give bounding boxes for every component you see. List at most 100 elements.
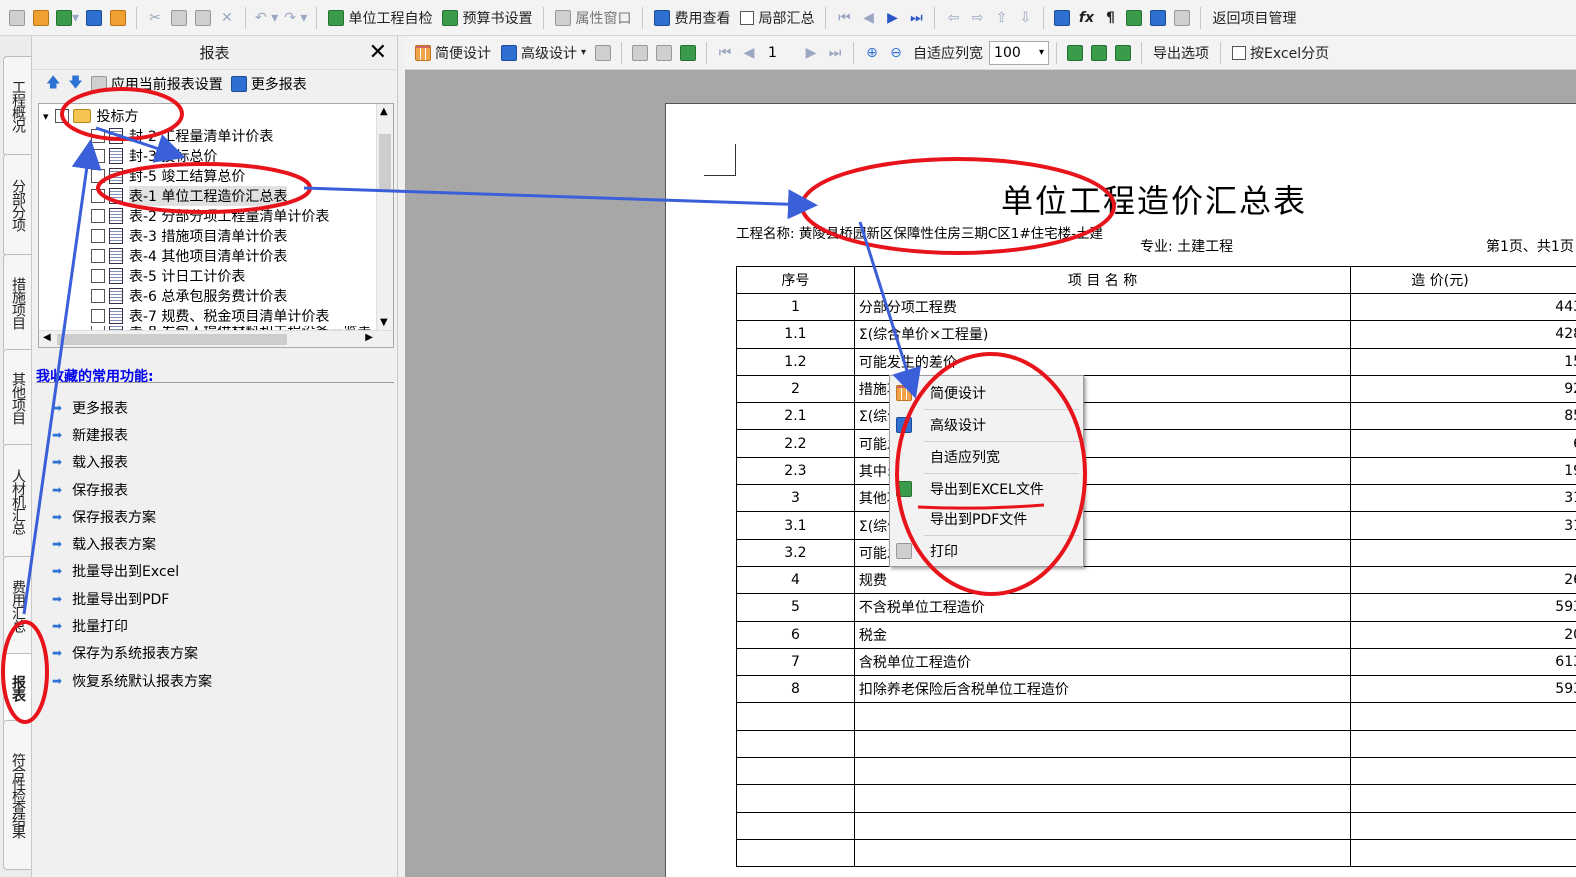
scroll-left-icon[interactable]: ◀ [43, 332, 51, 343]
move-left-icon[interactable]: ⇦ [942, 5, 964, 31]
paragraph-icon[interactable]: ¶ [1099, 5, 1121, 31]
partial-summary-button[interactable]: 局部汇总 [736, 5, 818, 31]
partial-summary-checkbox[interactable] [740, 10, 755, 25]
tree-item[interactable]: 表-5 计日工计价表 [91, 266, 245, 286]
fav-batch-excel[interactable]: ➡ 批量导出到Excel [52, 558, 212, 585]
excel-batch-icon[interactable] [1112, 40, 1134, 66]
zoom-out-icon[interactable]: ⊖ [885, 40, 907, 66]
tree-horizontal-scrollbar[interactable]: ◀ ▶ [39, 330, 393, 347]
fav-new-report[interactable]: ➡ 新建报表 [52, 421, 212, 448]
tab-reports[interactable]: 报表 [3, 653, 31, 723]
undo-icon[interactable]: ↶ ▾ [253, 5, 280, 31]
auto-fit-button[interactable]: 自适应列宽 [909, 40, 987, 66]
scroll-thumb[interactable] [379, 134, 391, 190]
tree-item[interactable]: 封-5 竣工结算总价 [91, 166, 245, 186]
self-check-button[interactable]: 单位工程自检 [324, 5, 436, 31]
fav-load-report[interactable]: ➡ 载入报表 [52, 449, 212, 476]
folder-icon[interactable] [107, 5, 129, 31]
menu-item-export-pdf[interactable]: 导出到PDF文件 [890, 505, 1083, 533]
move-down-icon[interactable]: ⇩ [1014, 5, 1036, 31]
fav-batch-print[interactable]: ➡ 批量打印 [52, 612, 212, 639]
menu-item-advanced-design[interactable]: 高级设计 [890, 411, 1083, 439]
open-icon[interactable]: ▾ [54, 5, 81, 31]
multi-page-icon[interactable] [677, 40, 699, 66]
fav-load-scheme[interactable]: ➡ 载入报表方案 [52, 530, 212, 557]
tree-checkbox[interactable] [91, 249, 105, 263]
tree-checkbox[interactable] [91, 129, 105, 143]
prev-record-icon[interactable]: ◀ [857, 5, 879, 31]
more-reports-button[interactable]: 更多报表 [230, 74, 307, 94]
tree-root[interactable]: ▾ 投标方 [43, 106, 139, 126]
excel-paging-checkbox[interactable] [1232, 45, 1247, 60]
paste-icon[interactable] [192, 5, 214, 31]
tree-item[interactable]: 表-3 措施项目清单计价表 [91, 226, 287, 246]
chart-icon[interactable] [1147, 5, 1169, 31]
printer-icon[interactable] [592, 40, 614, 66]
tree-vertical-scrollbar[interactable]: ▲ ▼ [376, 104, 393, 330]
close-icon[interactable]: ✕ [369, 40, 387, 65]
move-up-icon[interactable]: 🡅 [46, 72, 60, 96]
formula-icon[interactable]: fx [1075, 5, 1097, 31]
redo-icon[interactable]: ↷ ▾ [282, 5, 309, 31]
fav-batch-pdf[interactable]: ➡ 批量导出到PDF [52, 585, 212, 612]
advanced-design-button[interactable]: 高级设计 ▾ [497, 40, 590, 66]
tree-item[interactable]: 表-4 其他项目清单计价表 [91, 246, 287, 266]
fav-restore-default[interactable]: ➡ 恢复系统默认报表方案 [52, 667, 212, 694]
last-record-icon[interactable]: ⏭ [905, 5, 927, 31]
simple-design-button[interactable]: 简便设计 [411, 40, 495, 66]
cut-icon[interactable]: ✂ [144, 5, 166, 31]
move-up-icon[interactable]: ⇧ [990, 5, 1012, 31]
apply-settings-button[interactable]: 应用当前报表设置 [90, 74, 223, 94]
fav-save-scheme[interactable]: ➡ 保存报表方案 [52, 503, 212, 530]
tab-project-overview[interactable]: 工程概况 [3, 56, 31, 156]
chevron-down-icon[interactable]: ▾ [581, 47, 586, 58]
property-window-button[interactable]: 属性窗口 [551, 5, 635, 31]
tab-compliance-check[interactable]: 符合性检查结果 [3, 720, 31, 870]
budget-settings-button[interactable]: 预算书设置 [438, 5, 536, 31]
first-record-icon[interactable]: ⏮ [833, 5, 855, 31]
zoom-in-icon[interactable]: ⊕ [861, 40, 883, 66]
export-options-button[interactable]: 导出选项 [1149, 40, 1213, 66]
tree-item[interactable]: 表-6 总承包服务费计价表 [91, 286, 287, 306]
tab-fee-summary[interactable]: 费用汇总 [3, 556, 31, 656]
delete-icon[interactable]: ✕ [216, 5, 238, 31]
move-down-icon[interactable]: 🡇 [68, 72, 82, 96]
page-layout-icon[interactable] [629, 40, 651, 66]
scroll-thumb[interactable] [57, 334, 287, 345]
tree-checkbox[interactable] [91, 269, 105, 283]
fav-save-system-scheme[interactable]: ➡ 保存为系统报表方案 [52, 640, 212, 667]
scroll-right-icon[interactable]: ▶ [365, 332, 373, 343]
tab-labor-material-summary[interactable]: 人材机汇总 [3, 444, 31, 559]
menu-item-export-excel[interactable]: 导出到EXCEL文件 [890, 475, 1083, 503]
scroll-down-icon[interactable]: ▼ [380, 317, 388, 328]
panel-splitter[interactable] [398, 36, 405, 877]
tab-other-items[interactable]: 其他项目 [3, 349, 31, 447]
tree-checkbox[interactable] [91, 169, 105, 183]
fee-view-button[interactable]: 费用查看 [650, 5, 734, 31]
menu-item-print[interactable]: 打印 [890, 537, 1083, 565]
excel-export-icon[interactable] [1064, 40, 1086, 66]
next-record-icon[interactable]: ▶ [881, 5, 903, 31]
fav-save-report[interactable]: ➡ 保存报表 [52, 476, 212, 503]
two-page-icon[interactable] [653, 40, 675, 66]
cube-icon[interactable] [1123, 5, 1145, 31]
tree-checkbox[interactable] [54, 109, 69, 123]
tree-checkbox[interactable] [91, 309, 105, 323]
tab-measure-items[interactable]: 措施项目 [3, 254, 31, 352]
excel-sheet-icon[interactable] [1088, 40, 1110, 66]
tree-checkbox[interactable] [91, 289, 105, 303]
new-project-icon[interactable] [30, 5, 52, 31]
zoom-select[interactable]: 100 ▾ [989, 40, 1050, 65]
tree-item-selected[interactable]: 表-1 单位工程造价汇总表 [91, 186, 288, 206]
next-page-icon[interactable]: ▶ [800, 40, 822, 66]
tree-item[interactable]: 封-3 投标总价 [91, 146, 217, 166]
scroll-up-icon[interactable]: ▲ [380, 106, 388, 117]
move-right-icon[interactable]: ⇨ [966, 5, 988, 31]
copy-icon[interactable] [168, 5, 190, 31]
menu-item-simple-design[interactable]: 简便设计 [890, 379, 1083, 407]
tree-checkbox[interactable] [91, 209, 105, 223]
fav-more-reports[interactable]: ➡ 更多报表 [52, 394, 212, 421]
list-icon[interactable] [1171, 5, 1193, 31]
calculator-icon[interactable] [1051, 5, 1073, 31]
tree-checkbox[interactable] [91, 189, 105, 203]
